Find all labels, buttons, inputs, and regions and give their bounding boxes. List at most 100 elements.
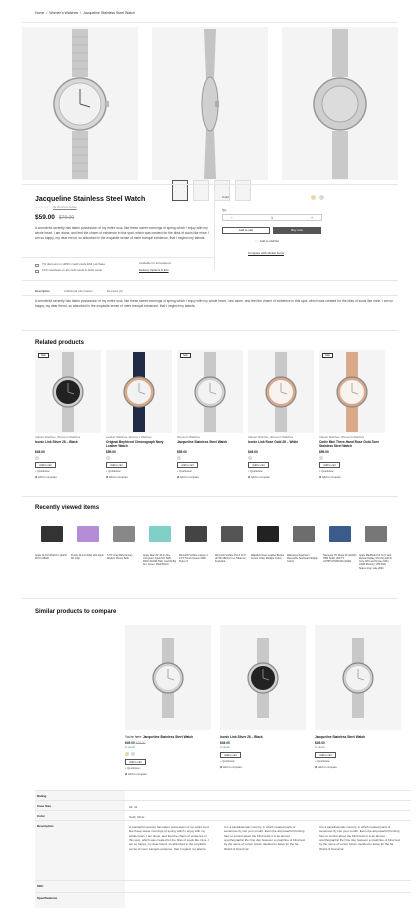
product-image[interactable]: Sale: [177, 350, 243, 433]
swatch-gold[interactable]: [311, 195, 316, 200]
color-dot[interactable]: [177, 456, 181, 460]
swatch-gold[interactable]: [125, 752, 129, 757]
gallery-image-front[interactable]: [22, 27, 138, 180]
qty-increase-button[interactable]: +: [311, 216, 313, 220]
product-name[interactable]: Apple 11-inch iPad Pro (2021) Wi-Fi 128G…: [35, 554, 69, 560]
recent-item-card[interactable]: Wakefield Faux Leather Bucket Accent Cha…: [251, 516, 285, 570]
product-name[interactable]: Iconic Link Silver 28 – Black: [35, 440, 101, 449]
add-to-cart-button[interactable]: Add to cart: [319, 462, 340, 469]
swatch-silver[interactable]: [319, 195, 324, 200]
recent-item-card[interactable]: Walmaxys Apartment Reversible Sectional …: [287, 516, 321, 570]
quickview-link[interactable]: ⌕ Quickview: [319, 470, 385, 473]
related-product-card[interactable]: Classic Watches, Women's Watches Iconic L…: [248, 350, 314, 479]
product-image[interactable]: [251, 516, 285, 552]
product-name[interactable]: Original Boyfriend Chronograph Navy Leat…: [106, 440, 172, 449]
add-to-cart-button[interactable]: Add to cart: [222, 227, 270, 234]
quickview-link[interactable]: ⌕ Quickview: [315, 760, 401, 763]
product-name[interactable]: Jacqueline Stainless Steel Watch: [177, 440, 243, 449]
compare-product-name[interactable]: Iconic Link Silver 28 – Black: [220, 735, 306, 739]
add-to-cart-button[interactable]: Add to cart: [106, 462, 127, 469]
recent-item-card[interactable]: Samsung 75" Class 4K (2160p) HDR Smart L…: [323, 516, 357, 570]
product-image[interactable]: [323, 516, 357, 552]
compare-similar-link[interactable]: Compare with similar items: [248, 251, 284, 256]
quickview-link[interactable]: ⌕ Quickview: [248, 470, 314, 473]
related-product-card[interactable]: Sale Classic Watches, Women's Watches Carl…: [319, 350, 385, 479]
color-dot[interactable]: [106, 456, 110, 460]
wishlist-link[interactable]: ♡ Add to wishlist: [255, 239, 279, 244]
breadcrumb-category[interactable]: Women's Watches: [49, 11, 78, 15]
product-image[interactable]: [143, 516, 177, 552]
product-image[interactable]: [248, 350, 314, 433]
product-image[interactable]: [106, 350, 172, 433]
product-image[interactable]: [71, 516, 105, 552]
product-category[interactable]: Women's Watches: [177, 435, 243, 439]
product-image[interactable]: [215, 516, 249, 552]
buy-now-button[interactable]: Buy now: [273, 227, 321, 234]
recent-item-card[interactable]: 5.75" Gray Midi-Century Modern Woven Sof…: [107, 516, 141, 570]
product-category[interactable]: Classic Watches, Women's Watches: [248, 435, 314, 439]
add-to-compare-link[interactable]: ⇄ Add to compare: [319, 476, 385, 479]
compare-product-image[interactable]: [315, 625, 401, 730]
color-dot[interactable]: [248, 456, 252, 460]
product-image[interactable]: [35, 516, 69, 552]
gallery-image-back[interactable]: [282, 27, 398, 180]
related-product-card[interactable]: Sale Classic Watches, Women's Watches Icon…: [35, 350, 101, 479]
add-to-compare-link[interactable]: ⇄ Add to compare: [125, 773, 211, 776]
product-image[interactable]: [359, 516, 393, 552]
related-product-card[interactable]: Sale Women's Watches Jacqueline Stainless …: [177, 350, 243, 479]
color-dot[interactable]: [319, 456, 323, 460]
swatch-silver[interactable]: [131, 752, 135, 757]
product-category[interactable]: Classic Watches, Women's Watches: [35, 435, 101, 439]
product-name[interactable]: Purple 24-inch iMac with Apple M1 Chip: [71, 554, 105, 560]
product-image[interactable]: [107, 516, 141, 552]
recent-item-card[interactable]: Microsoft Surface Laptop 4 13.5" Touch-S…: [179, 516, 213, 570]
recent-item-card[interactable]: Apple 11-inch iPad Pro (2021) Wi-Fi 128G…: [35, 516, 69, 570]
quickview-link[interactable]: ⌕ Quickview: [177, 470, 243, 473]
qty-value[interactable]: 1: [271, 216, 273, 220]
product-category[interactable]: Leather Watches, Women's Watches: [106, 435, 172, 439]
product-name[interactable]: Microsoft Surface Laptop 4 13.5" Touch-S…: [179, 554, 213, 563]
product-name[interactable]: 5.75" Gray Midi-Century Modern Woven Sof…: [107, 554, 141, 560]
add-to-compare-link[interactable]: ⇄ Add to compare: [177, 476, 243, 479]
add-to-compare-link[interactable]: ⇄ Add to compare: [106, 476, 172, 479]
add-to-compare-link[interactable]: ⇄ Add to compare: [35, 476, 101, 479]
quickview-link[interactable]: ⌕ Quickview: [106, 470, 172, 473]
product-name[interactable]: Microsoft Surface Pro 8 13.3" (2736×1824…: [215, 554, 249, 563]
add-to-compare-link[interactable]: ⇄ Add to compare: [315, 766, 401, 769]
recent-item-card[interactable]: Purple 24-inch iMac with Apple M1 Chip: [71, 516, 105, 570]
add-to-compare-link[interactable]: ⇄ Add to compare: [220, 766, 306, 769]
quickview-link[interactable]: ⌕ Quickview: [220, 760, 306, 763]
product-image[interactable]: Sale: [35, 350, 101, 433]
gallery-image-side[interactable]: [152, 27, 268, 180]
product-image[interactable]: Sale: [319, 350, 385, 433]
compare-product-name[interactable]: You're here: Jacqueline Stainless Steel …: [125, 735, 211, 739]
add-to-cart-button[interactable]: Add to cart: [125, 759, 146, 766]
product-category[interactable]: Classic Watches, Women's Watches: [319, 435, 385, 439]
product-image[interactable]: [287, 516, 321, 552]
quickview-link[interactable]: ⌕ Quickview: [35, 470, 101, 473]
add-to-cart-button[interactable]: Add to cart: [315, 752, 336, 759]
add-to-cart-button[interactable]: Add to cart: [248, 462, 269, 469]
product-image[interactable]: [179, 516, 213, 552]
quickview-link[interactable]: ⌕ Quickview: [125, 767, 211, 770]
compare-product-name[interactable]: Jacqueline Stainless Steel Watch: [315, 735, 401, 739]
product-name[interactable]: Iconic Link Rose Gold 28 – White: [248, 440, 314, 449]
review-link[interactable]: Be the first to review: [53, 206, 77, 209]
compare-product-image[interactable]: [125, 625, 211, 730]
product-name[interactable]: Apple iMac 24" All-In-One Computer, Appl…: [143, 554, 177, 567]
recent-item-card[interactable]: Apple MacBook Pro 13.3" with Retina Disp…: [359, 516, 393, 570]
qty-decrease-button[interactable]: −: [231, 216, 233, 220]
recent-item-card[interactable]: Apple iMac 24" All-In-One Computer, Appl…: [143, 516, 177, 570]
add-to-cart-button[interactable]: Add to cart: [177, 462, 198, 469]
delivery-options-link[interactable]: Delivery Options & Info: [139, 268, 171, 273]
product-name[interactable]: Samsung 75" Class 4K (2160p) HDR Smart L…: [323, 554, 357, 563]
compare-product-image[interactable]: [220, 625, 306, 730]
add-to-compare-link[interactable]: ⇄ Add to compare: [248, 476, 314, 479]
add-to-cart-button[interactable]: Add to cart: [220, 752, 241, 759]
product-name[interactable]: Carlie Mini Three-Hand Rose Gold-Tone St…: [319, 440, 385, 449]
product-name[interactable]: Walmaxys Apartment Reversible Sectional …: [287, 554, 321, 563]
related-product-card[interactable]: Leather Watches, Women's Watches Original…: [106, 350, 172, 479]
product-name[interactable]: Wakefield Faux Leather Bucket Accent Cha…: [251, 554, 285, 560]
color-dot[interactable]: [35, 456, 39, 460]
add-to-cart-button[interactable]: Add to cart: [35, 462, 56, 469]
